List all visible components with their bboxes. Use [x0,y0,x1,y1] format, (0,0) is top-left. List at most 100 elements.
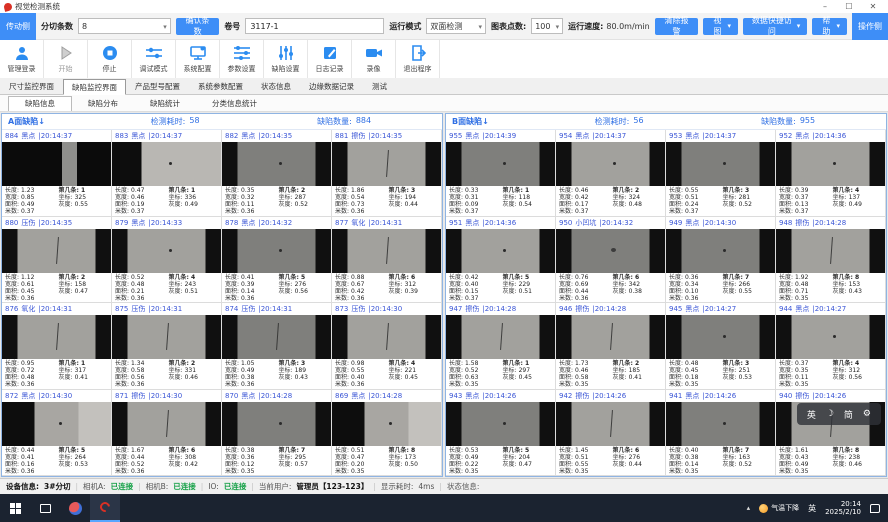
defect-cell[interactable]: 952黑点|20:14:36长度:0.39宽度:0.37面积:0.13米数:0.… [776,130,886,217]
tab-status-info[interactable]: 状态信息 [252,78,300,94]
defect-cell[interactable]: 884黑点|20:14:37长度:1.23宽度:0.85面积:0.49米数:0.… [2,130,112,217]
confirm-count-button[interactable]: 确认条数 [176,18,220,35]
defect-cell[interactable]: 876氧化|20:14:31长度:0.95宽度:0.72面积:0.48米数:0.… [2,303,112,390]
subtab-defect-distribution[interactable]: 缺陷分布 [72,96,134,111]
defect-cell[interactable]: 881擦伤|20:14:35长度:1.86宽度:0.54面积:0.73米数:0.… [332,130,442,217]
weather-widget[interactable]: 气温下降 [759,503,799,513]
defect-cell[interactable]: 945黑点|20:14:27长度:0.48宽度:0.45面积:0.18米数:0.… [666,303,776,390]
defect-cell[interactable]: 879黑点|20:14:33长度:0.52宽度:0.48面积:0.21米数:0.… [112,217,222,304]
info-value: 0.88 [351,274,364,281]
defect-cell[interactable]: 950小凹坑|20:14:32长度:0.76宽度:0.69面积:0.44米数:0… [556,217,666,304]
exit-program-button[interactable]: 退出程序 [396,40,440,78]
defect-cell[interactable]: 873压伤|20:14:30长度:0.98宽度:0.55面积:0.40米数:0.… [332,303,442,390]
defect-cell[interactable]: 943黑点|20:14:26长度:0.53宽度:0.49面积:0.22米数:0.… [446,390,556,477]
taskbar-app-active[interactable] [90,494,120,522]
defect-cell[interactable]: 947擦伤|20:14:28长度:1.58宽度:0.52面积:0.63米数:0.… [446,303,556,390]
defect-cell[interactable]: 870黑点|20:14:28长度:0.38宽度:0.36面积:0.12米数:0.… [222,390,332,477]
info-label: 第几条: [169,360,189,367]
defect-cell[interactable]: 949黑点|20:14:30长度:0.36宽度:0.34面积:0.10米数:0.… [666,217,776,304]
defect-cell[interactable]: 942擦伤|20:14:26长度:1.45宽度:0.51面积:0.55米数:0.… [556,390,666,477]
help-menu-button[interactable]: 帮助 [812,18,847,35]
subtab-defect-statistics[interactable]: 缺陷统计 [134,96,196,111]
defect-cell[interactable]: 941黑点|20:14:26长度:0.40宽度:0.38面积:0.14米数:0.… [666,390,776,477]
stop-button[interactable]: 停止 [88,40,132,78]
chart-points-select[interactable]: 100 [531,18,563,34]
notification-center-icon[interactable] [870,504,880,513]
tab-size-monitor[interactable]: 尺寸监控界面 [0,78,63,94]
task-view-button[interactable] [30,494,60,522]
info-row: 宽度:0.49 [225,367,279,374]
defect-cell[interactable]: 875压伤|20:14:31长度:1.34宽度:0.58面积:0.56米数:0.… [112,303,222,390]
defect-cell[interactable]: 883黑点|20:14:37长度:0.47宽度:0.46面积:0.19米数:0.… [112,130,222,217]
system-clock[interactable]: 20:14 2025/2/10 [825,500,861,516]
defect-id: 871 [115,392,128,400]
defect-settings-button[interactable]: 缺陷设置 [264,40,308,78]
ime-english-toggle[interactable]: 英 [807,408,816,421]
clear-alarm-button[interactable]: 清除报警 [655,18,699,35]
settings-gear-icon[interactable]: ⚙ [863,409,871,419]
tab-defect-monitor[interactable]: 缺陷监控界面 [63,79,126,95]
ime-simplified-toggle[interactable]: 简 [844,408,853,421]
defect-cell[interactable]: 877氧化|20:14:31长度:0.88宽度:0.67面积:0.42米数:0.… [332,217,442,304]
system-config-button[interactable]: 系统配置 [176,40,220,78]
tab-test[interactable]: 测试 [363,78,396,94]
info-label: 宽度: [779,367,793,374]
data-quick-access-button[interactable]: 数据快捷访问 [743,18,807,35]
start-button[interactable]: 开始 [44,40,88,78]
defect-cell[interactable]: 954黑点|20:14:37长度:0.46宽度:0.42面积:0.17米数:0.… [556,130,666,217]
slit-count-select[interactable]: 8 [78,18,171,34]
moon-icon[interactable]: ☽ [826,409,834,419]
info-row: 米数:0.36 [335,295,389,302]
operator-side-button[interactable]: 操作侧 [852,13,888,40]
info-row: 第几条:2 [613,187,662,194]
info-label: 第几条: [59,274,79,281]
minimize-button[interactable]: – [814,1,836,13]
log-record-button[interactable]: 日志记录 [308,40,352,78]
defect-cell[interactable]: 874压伤|20:14:31长度:1.05宽度:0.49面积:0.38米数:0.… [222,303,332,390]
defect-id: 873 [335,305,348,313]
record-video-button[interactable]: 录像 [352,40,396,78]
info-label: 宽度: [779,281,793,288]
run-mode-select[interactable]: 双面检测 [426,18,486,34]
maximize-button[interactable]: ☐ [838,1,860,13]
close-button[interactable]: ✕ [862,1,884,13]
info-row: 长度:1.12 [5,274,59,281]
defect-cell[interactable]: 871擦伤|20:14:30长度:1.67宽度:0.44面积:0.52米数:0.… [112,390,222,477]
defect-image [112,315,221,359]
defect-cell[interactable]: 880压伤|20:14:35长度:1.12宽度:0.61面积:0.45米数:0.… [2,217,112,304]
tab-system-params-config[interactable]: 系统参数配置 [189,78,252,94]
info-value: 4 [855,360,859,367]
info-label: 宽度: [5,454,19,461]
defect-cell[interactable]: 948擦伤|20:14:28长度:1.92宽度:0.48面积:0.71米数:0.… [776,217,886,304]
view-menu-button[interactable]: 视图 [703,18,738,35]
defect-cell[interactable]: 872黑点|20:14:30长度:0.44宽度:0.41面积:0.16米数:0.… [2,390,112,477]
windows-start-button[interactable] [0,494,30,522]
tab-edge-data-record[interactable]: 边缘数据记录 [300,78,363,94]
debug-mode-button[interactable]: 调试模式 [132,40,176,78]
manage-login-button[interactable]: 管理登录 [0,40,44,78]
defect-cell[interactable]: 944黑点|20:14:27长度:0.37宽度:0.35面积:0.11米数:0.… [776,303,886,390]
defect-cell[interactable]: 953黑点|20:14:37长度:0.55宽度:0.51面积:0.24米数:0.… [666,130,776,217]
subtab-class-info-statistics[interactable]: 分类信息统计 [196,96,273,111]
defect-image [2,229,111,273]
info-value: 238 [849,454,860,461]
info-label: 第几条: [59,187,79,194]
defect-cell[interactable]: 951黑点|20:14:36长度:0.42宽度:0.40面积:0.15米数:0.… [446,217,556,304]
roll-number-input[interactable] [245,18,384,34]
device-info-value: 3#分切 [44,481,71,492]
defect-cell[interactable]: 882黑点|20:14:35长度:0.35宽度:0.32面积:0.11米数:0.… [222,130,332,217]
tab-product-model-config[interactable]: 产品型号配置 [126,78,189,94]
status-bar: 设备信息: 3#分切 | 相机A: 已连接 | 相机B: 已连接 | IO: 已… [0,478,888,494]
drive-side-button[interactable]: 传动侧 [0,13,36,40]
input-language-indicator[interactable]: 英 [808,503,816,514]
run-speed-label: 运行速度: [568,21,603,32]
defect-cell[interactable]: 955黑点|20:14:39长度:0.33宽度:0.31面积:0.09米数:0.… [446,130,556,217]
params-settings-button[interactable]: 参数设置 [220,40,264,78]
hidden-icons-chevron[interactable]: ▴ [747,504,751,512]
defect-cell[interactable]: 869黑点|20:14:28长度:0.51宽度:0.47面积:0.20米数:0.… [332,390,442,477]
info-value: 0.38 [241,374,254,381]
subtab-defect-info[interactable]: 缺陷信息 [8,96,72,111]
taskbar-app-1[interactable] [60,494,90,522]
defect-cell[interactable]: 878黑点|20:14:32长度:0.41宽度:0.39面积:0.14米数:0.… [222,217,332,304]
defect-cell[interactable]: 946擦伤|20:14:28长度:1.73宽度:0.46面积:0.58米数:0.… [556,303,666,390]
